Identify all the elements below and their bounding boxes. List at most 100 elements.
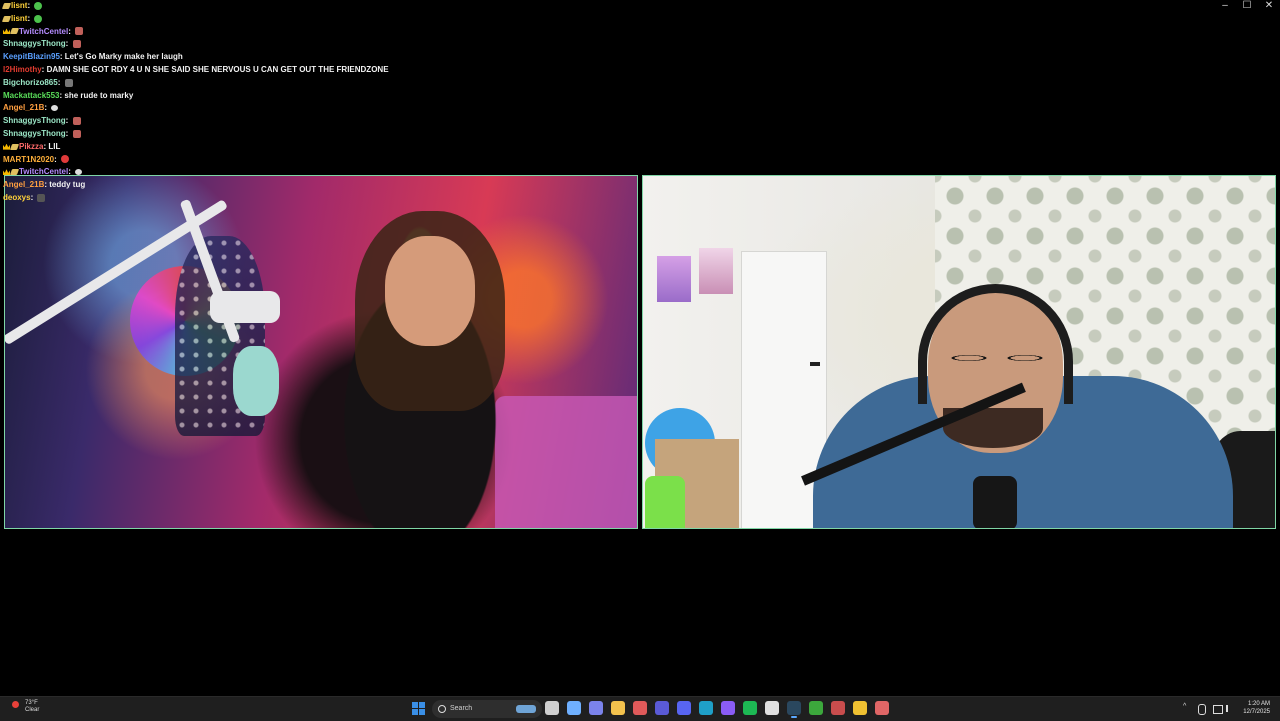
chrome-app-icon[interactable] <box>853 701 867 715</box>
chat-text: Let's Go Marky make her laugh <box>64 52 183 62</box>
bits-badge-icon <box>1 15 12 22</box>
poster-2 <box>699 248 733 294</box>
weather-icon <box>12 701 19 708</box>
spotify-app-icon[interactable] <box>743 701 757 715</box>
chat-message: Bigchorizo865: <box>3 77 389 90</box>
chat-username[interactable]: Angel_21B <box>3 180 44 189</box>
chat-message: lisnt: <box>1 13 389 26</box>
chat-message: Angel_21B: <box>3 102 389 115</box>
face-emote-icon <box>72 129 81 138</box>
clock-date: 12/7/2025 <box>1243 709 1270 715</box>
bits-badge-icon <box>9 169 20 176</box>
chat-username[interactable]: lisnt <box>11 14 27 23</box>
volume-icon[interactable] <box>1226 705 1236 712</box>
maximize-button[interactable]: ☐ <box>1236 0 1258 12</box>
file-explorer-app-icon[interactable] <box>611 701 625 715</box>
face-emote-icon <box>72 40 81 49</box>
tray-chevron-icon[interactable]: ^ <box>1183 703 1186 710</box>
task-view-app-icon[interactable] <box>545 701 559 715</box>
microphone-right <box>973 476 1017 528</box>
speech-emote-icon <box>51 105 59 112</box>
capcut-app-icon[interactable] <box>765 701 779 715</box>
chat-overlay: lisnt: lisnt: TwitchCentel: ShnaggysThon… <box>1 0 389 205</box>
microphone <box>210 291 280 323</box>
chat-message: l2Himothy: DAMN SHE GOT RDY 4 U N SHE SA… <box>3 64 389 74</box>
clock-time: 1:20 AM <box>1247 701 1270 707</box>
microphone-tray-icon[interactable] <box>1198 704 1206 715</box>
chat-username[interactable]: Angel_21B <box>3 103 44 112</box>
chat-message: ShnaggysThong: <box>3 38 389 51</box>
purple-app-icon[interactable] <box>721 701 735 715</box>
copilot-app-icon[interactable] <box>567 701 581 715</box>
door-knob <box>810 362 820 366</box>
dark-emote-icon <box>37 193 46 202</box>
game-launcher-app-icon[interactable] <box>831 701 845 715</box>
grin-emote-icon <box>34 1 43 10</box>
chat-message: KeepitBlazin95: Let's Go Marky make her … <box>3 52 183 62</box>
xbox-app-icon[interactable] <box>809 701 823 715</box>
chat-message: ShnaggysThong: <box>3 128 389 141</box>
window-controls: – ☐ ✕ <box>1214 0 1280 12</box>
chat-message: Angel_21B: teddy tug <box>3 180 86 190</box>
green-bottle <box>645 476 685 528</box>
cat-emote-icon <box>64 78 73 87</box>
network-icon[interactable] <box>1213 705 1223 714</box>
chrome-alt-app-icon[interactable] <box>875 701 889 715</box>
chat-message: ShnaggysThong: <box>3 115 389 128</box>
chat-message: lisnt: <box>1 0 389 13</box>
face-emote-icon <box>72 117 81 126</box>
chat-message: MART1N2020: <box>3 154 389 167</box>
chat-username[interactable]: Bigchorizo865 <box>3 78 58 87</box>
chat-username[interactable]: lisnt <box>11 1 27 10</box>
red-emote-icon <box>61 155 70 164</box>
video-tile-right <box>642 175 1276 529</box>
close-button[interactable]: ✕ <box>1258 0 1280 12</box>
taskbar-search[interactable]: Search <box>432 700 542 718</box>
media-app-icon[interactable] <box>633 701 647 715</box>
plush-toy <box>233 346 279 416</box>
weather-description: Clear <box>25 707 40 713</box>
chat-message: deoxys: <box>3 192 389 205</box>
edge-app-icon[interactable] <box>699 701 713 715</box>
chat-username[interactable]: deoxys <box>3 193 31 202</box>
grin-emote-icon <box>34 14 43 23</box>
search-highlight-icon <box>516 705 536 713</box>
chat-username[interactable]: TwitchCentel <box>19 27 68 36</box>
minimize-button[interactable]: – <box>1214 0 1236 12</box>
chat-username[interactable]: Mackattack553 <box>3 91 59 100</box>
taskbar: 73°F Clear Search ^ 1:20 AM 12/7/2025 <box>0 696 1280 721</box>
bits-badge-icon <box>9 143 20 150</box>
chat-username[interactable]: ShnaggysThong <box>3 129 66 138</box>
search-icon <box>438 705 446 713</box>
video-tile-left <box>4 175 638 529</box>
poster-1 <box>657 256 691 302</box>
search-placeholder: Search <box>450 705 473 712</box>
bits-badge-icon <box>1 2 12 9</box>
weather-temperature: 73°F <box>25 700 38 706</box>
discord-app-icon[interactable] <box>677 701 691 715</box>
face-emote-icon <box>75 27 84 36</box>
chat-username[interactable]: MART1N2020 <box>3 155 54 164</box>
chat-text: LIL <box>48 141 61 151</box>
chat-username[interactable]: Pikzza <box>19 142 43 151</box>
chat-text: she rude to marky <box>64 90 134 100</box>
chat-message: Pikzza: LIL <box>3 141 389 154</box>
bits-badge-icon <box>9 28 20 35</box>
streamer-left-face <box>385 236 475 346</box>
chat-username[interactable]: TwitchCentel <box>19 167 68 176</box>
system-clock[interactable]: 1:20 AM 12/7/2025 <box>1243 700 1270 716</box>
chat-username[interactable]: KeepitBlazin95 <box>3 52 60 61</box>
windows-start-icon[interactable] <box>412 702 425 715</box>
chat-text: DAMN SHE GOT RDY 4 U N SHE SAID SHE NERV… <box>46 64 389 74</box>
chat-username[interactable]: ShnaggysThong <box>3 39 66 48</box>
crown-badge-icon <box>3 143 10 150</box>
chat-username[interactable]: ShnaggysThong <box>3 116 66 125</box>
chat-message: TwitchCentel: <box>3 166 389 179</box>
steam-app-icon[interactable] <box>787 701 801 718</box>
chat-message: Mackattack553: she rude to marky <box>3 90 134 100</box>
chat-username[interactable]: l2Himothy <box>3 65 42 74</box>
speech-emote-icon <box>75 169 83 176</box>
obs-app-icon[interactable] <box>655 701 669 715</box>
chat-text: teddy tug <box>49 180 86 190</box>
teams-app-icon[interactable] <box>589 701 603 715</box>
